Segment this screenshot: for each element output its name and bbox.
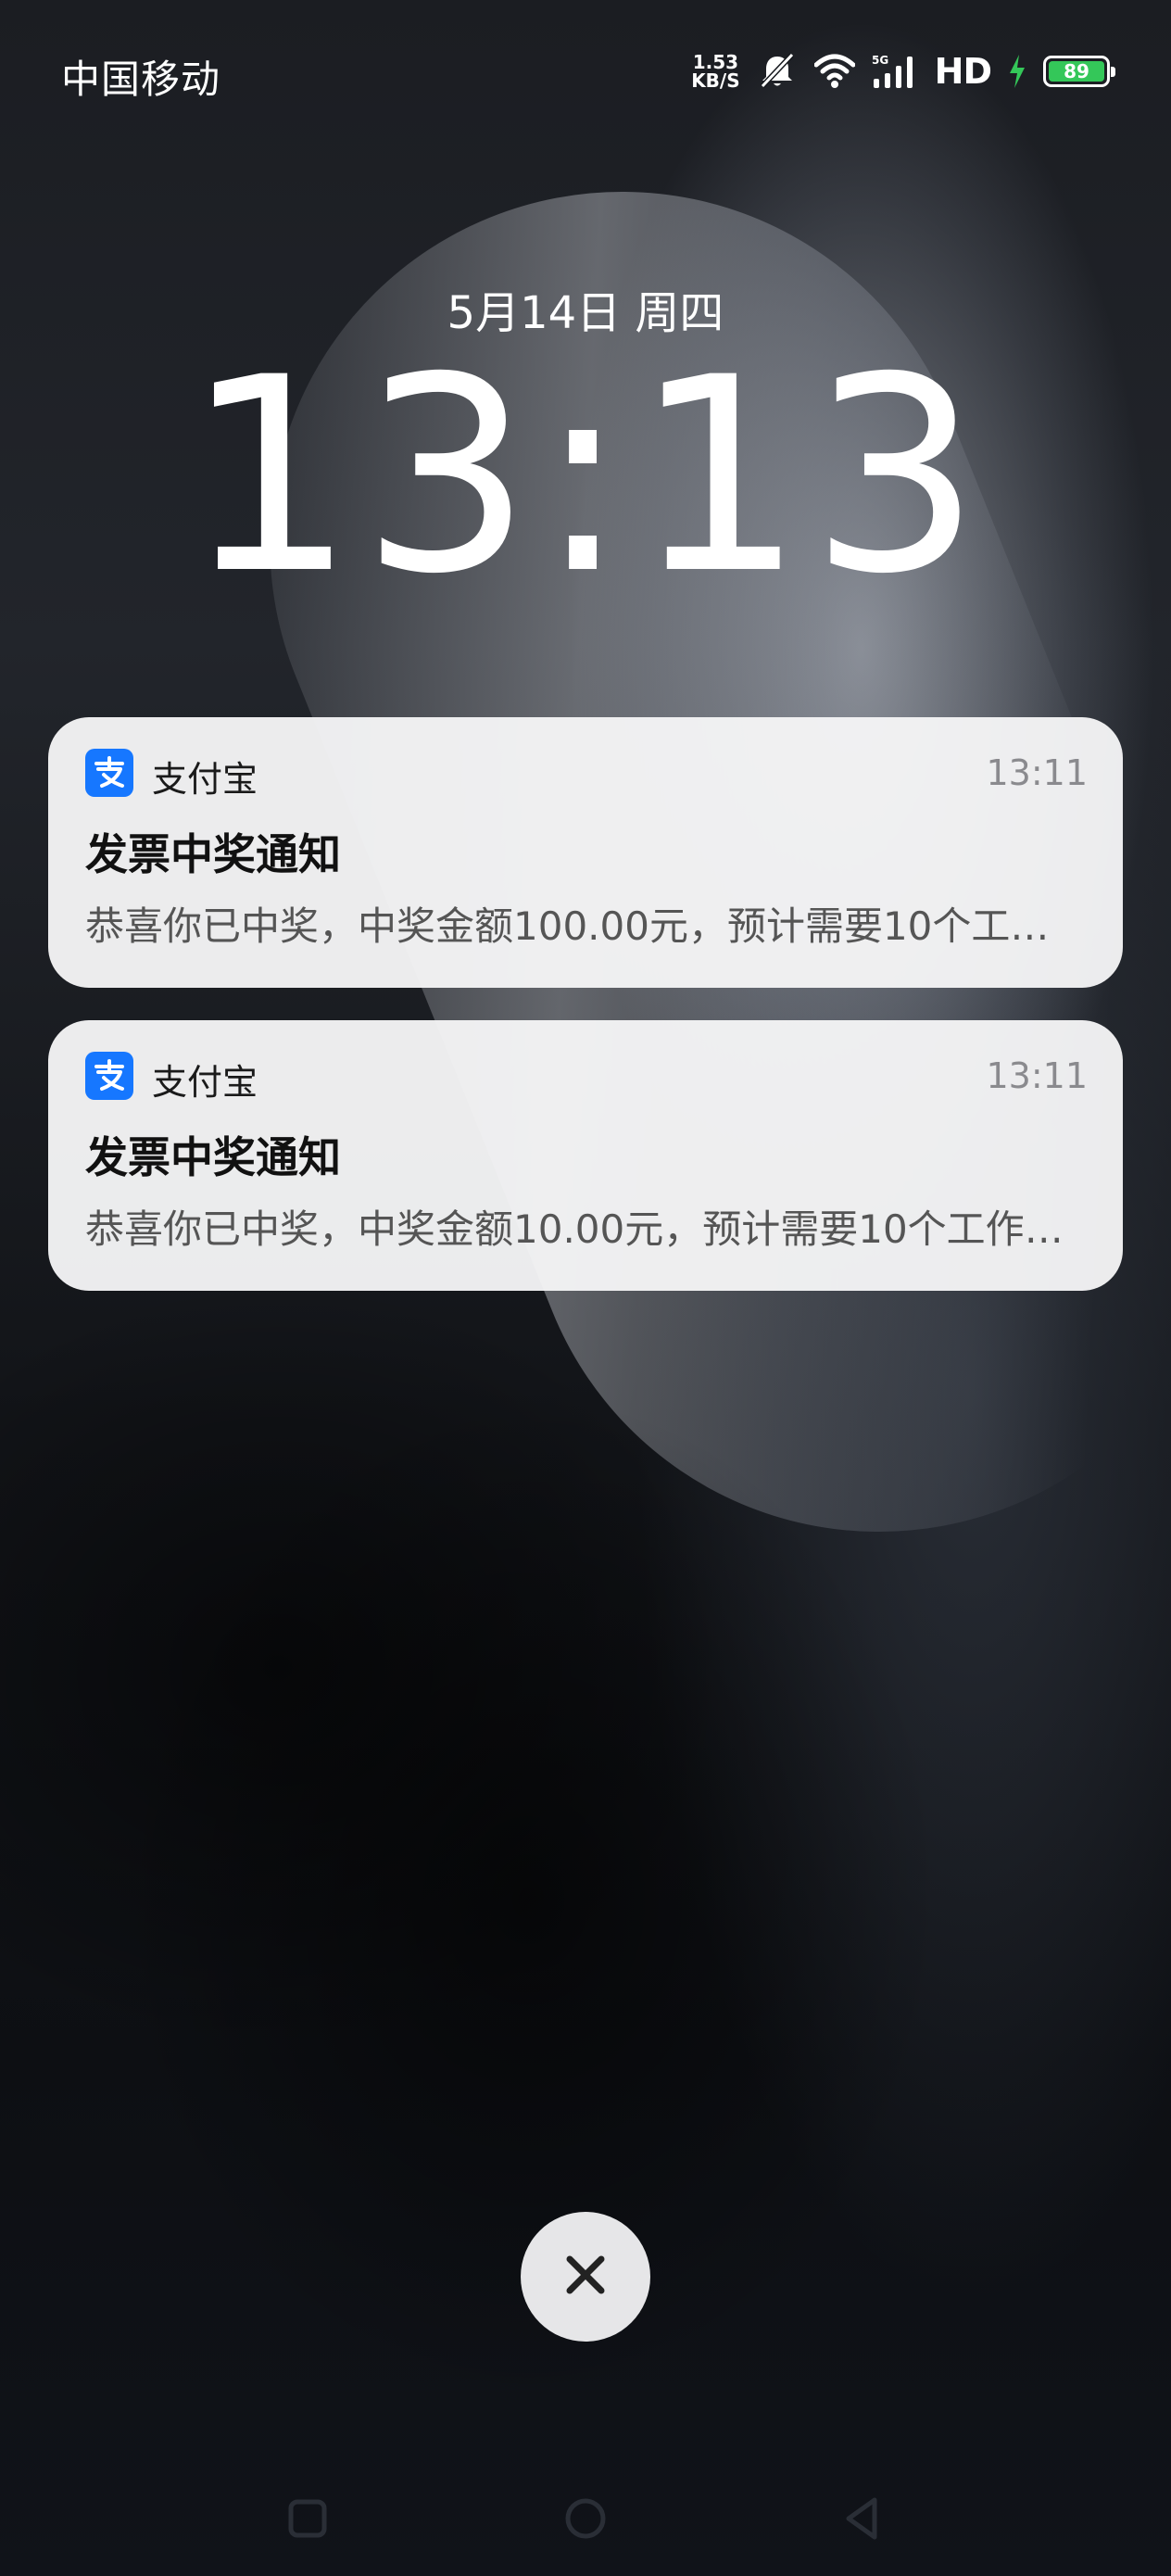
network-speed: 1.53 KB/S xyxy=(691,53,739,90)
notification-app-name: 支付宝 xyxy=(152,759,258,800)
clear-notifications-button[interactable] xyxy=(521,2212,650,2342)
status-bar: 中国移动 1.53 KB/S 5G HD 89 xyxy=(0,0,1171,139)
wifi-icon xyxy=(813,54,855,89)
network-speed-value: 1.53 xyxy=(692,51,739,73)
mute-icon xyxy=(757,53,798,90)
notification-body: 恭喜你已中奖，中奖金额10.00元，预计需要10个工作日到账 xyxy=(85,1206,1086,1252)
notification-title: 发票中奖通知 xyxy=(85,1132,341,1182)
recents-button[interactable] xyxy=(280,2493,335,2548)
notification-card[interactable]: 支付宝 13:11 发票中奖通知 恭喜你已中奖，中奖金额10.00元，预计需要1… xyxy=(48,1020,1123,1291)
charging-icon xyxy=(1008,55,1026,88)
notification-time: 13:11 xyxy=(986,1055,1088,1096)
home-icon xyxy=(563,2496,608,2544)
back-icon xyxy=(841,2496,882,2544)
lockscreen-time: 13:13 xyxy=(184,321,987,633)
network-speed-unit: KB/S xyxy=(691,69,740,92)
home-button[interactable] xyxy=(558,2493,613,2548)
back-button[interactable] xyxy=(834,2493,889,2548)
notification-time: 13:11 xyxy=(986,752,1088,793)
signal-label: 5G xyxy=(872,54,888,67)
battery-level: 89 xyxy=(1049,60,1104,82)
status-icons: 1.53 KB/S 5G HD 89 xyxy=(691,48,1115,95)
alipay-icon xyxy=(85,749,133,797)
notification-card[interactable]: 支付宝 13:11 发票中奖通知 恭喜你已中奖，中奖金额100.00元，预计需要… xyxy=(48,717,1123,988)
recents-icon xyxy=(287,2498,328,2543)
navigation-bar xyxy=(0,2474,1171,2557)
alipay-icon xyxy=(85,1052,133,1100)
notification-app-name: 支付宝 xyxy=(152,1062,258,1103)
battery-icon: 89 xyxy=(1043,56,1115,87)
carrier-name: 中国移动 xyxy=(61,57,221,102)
signal-icon: 5G xyxy=(872,53,918,90)
notification-title: 发票中奖通知 xyxy=(85,829,341,879)
notification-body: 恭喜你已中奖，中奖金额100.00元，预计需要10个工作日到账 xyxy=(85,903,1086,949)
hd-indicator: HD xyxy=(934,51,992,92)
close-icon xyxy=(564,2254,607,2300)
